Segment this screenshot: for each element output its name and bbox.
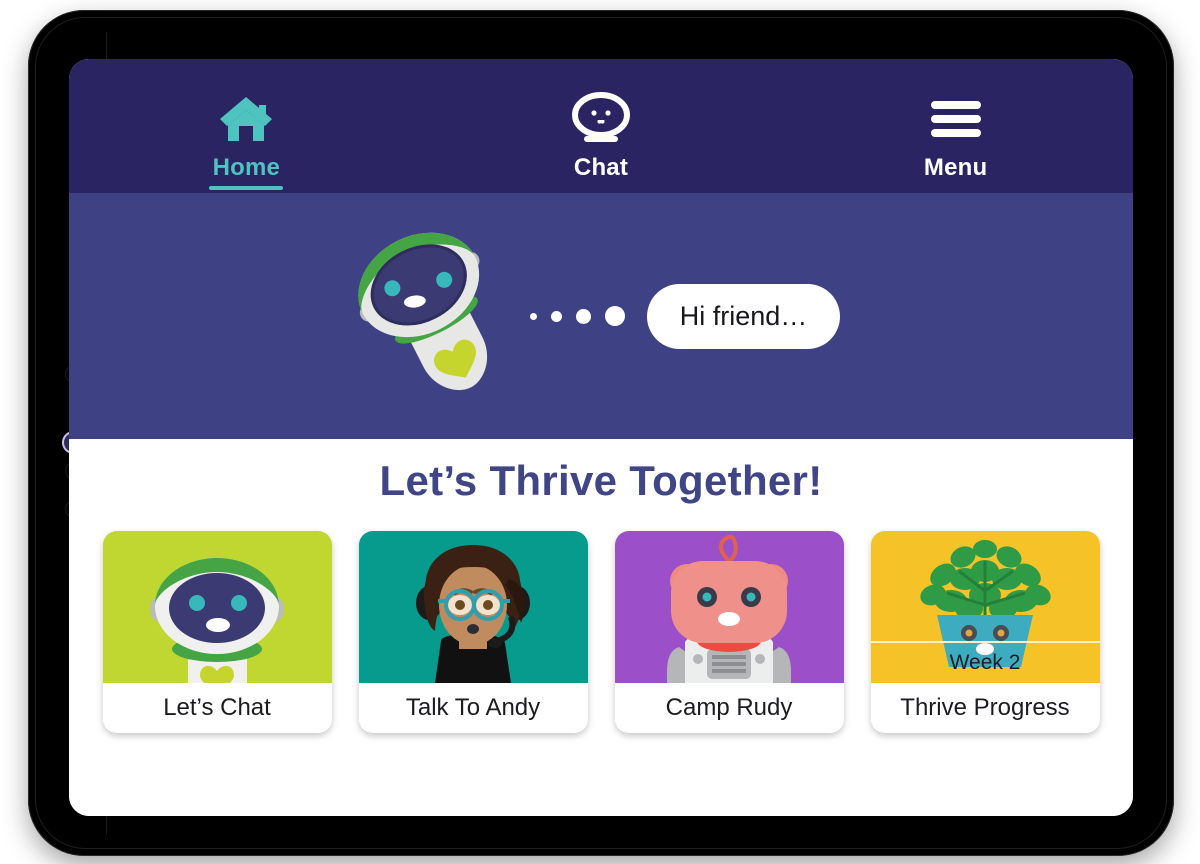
- typing-dot: [550, 310, 562, 322]
- card-lets-chat[interactable]: Let’s Chat: [102, 531, 332, 733]
- hero-section: Hi friend…: [69, 193, 1133, 439]
- nav-active-underline: [209, 186, 284, 190]
- nav-label-menu: Menu: [923, 154, 988, 181]
- plant-avatar: Week 2: [870, 531, 1100, 683]
- robot-head-icon: [570, 91, 632, 147]
- card-talk-to-andy[interactable]: Talk To Andy: [358, 531, 588, 733]
- counselor-avatar: [358, 531, 588, 683]
- hamburger-icon: [927, 91, 985, 147]
- typing-indicator-dots: [529, 306, 625, 326]
- week-badge: Week 2: [870, 641, 1100, 683]
- home-icon: [217, 91, 275, 147]
- card-grid: Let’s Chat Talk To Andy Camp Rudy Week 2…: [69, 531, 1133, 733]
- tablet-frame: Home Chat Menu Hi friend… Let’s Thrive T…: [28, 10, 1174, 856]
- nav-label-chat: Chat: [573, 154, 629, 181]
- bear-robot-avatar: [614, 531, 844, 683]
- top-navigation-bar: Home Chat Menu: [69, 59, 1133, 193]
- typing-dot: [575, 308, 591, 324]
- robot-avatar: [102, 531, 332, 683]
- nav-item-chat[interactable]: Chat: [501, 91, 701, 182]
- main-content: Let’s Thrive Together! Let’s Chat Talk T…: [69, 439, 1133, 816]
- robot-mascot: [346, 229, 516, 404]
- nav-item-menu[interactable]: Menu: [856, 91, 1056, 182]
- typing-dot: [529, 312, 537, 320]
- card-label: Let’s Chat: [102, 683, 332, 733]
- speech-bubble: Hi friend…: [646, 283, 841, 349]
- card-thrive-progress[interactable]: Week 2 Thrive Progress: [870, 531, 1100, 733]
- typing-dot: [604, 306, 625, 326]
- nav-item-home[interactable]: Home: [146, 91, 346, 190]
- card-camp-rudy[interactable]: Camp Rudy: [614, 531, 844, 733]
- card-label: Camp Rudy: [614, 683, 844, 733]
- tablet-screen: Home Chat Menu Hi friend… Let’s Thrive T…: [69, 59, 1133, 816]
- page-title: Let’s Thrive Together!: [379, 457, 823, 504]
- card-label: Thrive Progress: [870, 683, 1100, 733]
- nav-label-home: Home: [212, 154, 281, 181]
- card-label: Talk To Andy: [358, 683, 588, 733]
